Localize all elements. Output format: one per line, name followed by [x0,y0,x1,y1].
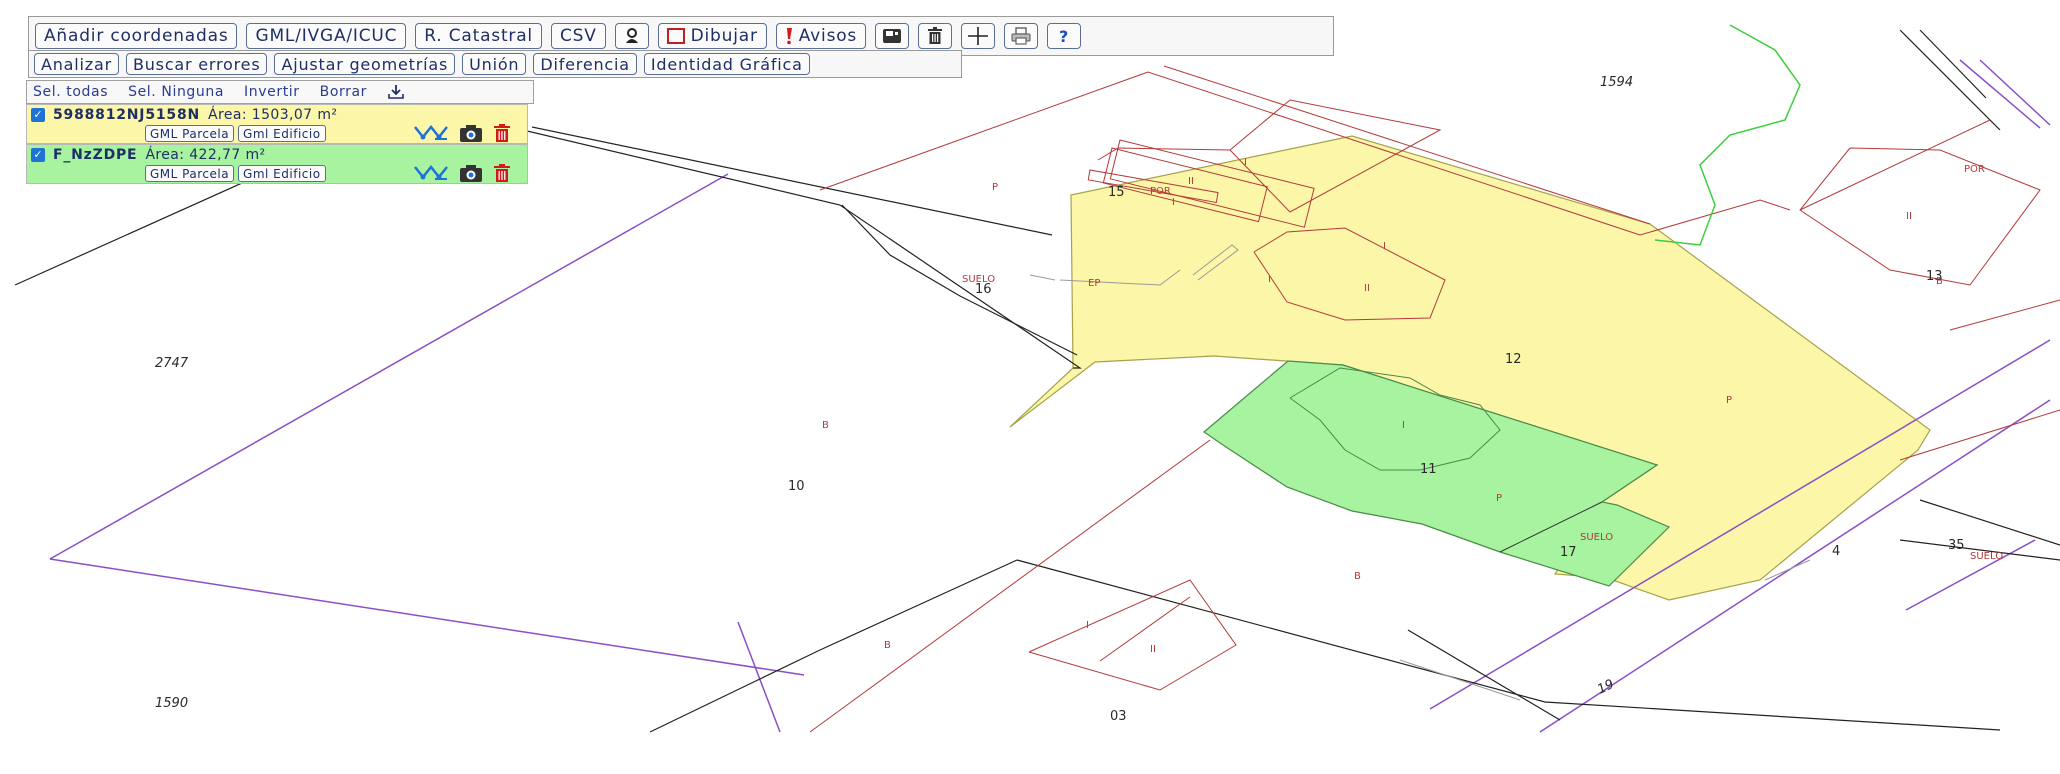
parcel-2-checkbox[interactable]: ✓ [31,148,45,162]
parcel-1-area-label: Área: [208,107,247,123]
map-label-2747: 2747 [155,356,189,371]
warnings-button[interactable]: Avisos [775,23,867,49]
map-label-ii-c: II [1906,211,1912,222]
map-label-p-b: P [1726,395,1732,406]
parcel-2-area: Área: 422,77 m² [145,147,265,163]
warning-icon [786,28,792,45]
map-label-ii-a: II [1188,176,1194,187]
map-label-11: 11 [1420,462,1437,477]
map-label-i-d: I [1268,274,1271,285]
parcel-1-area: Área: 1503,07 m² [208,107,337,123]
selection-bar: Sel. todas Sel. Ninguna Invertir Borrar [26,80,534,104]
map-label-suelo-b: SUELO [1580,532,1613,543]
parcel-1-gml-parcel-button[interactable]: GML Parcela [145,125,235,142]
parcel-2-geometry-icon[interactable] [413,163,449,183]
map-label-35: 35 [1948,538,1965,553]
save-icon [883,29,902,43]
invert-selection-link[interactable]: Invertir [244,84,300,100]
help-button[interactable]: ? [1047,23,1082,49]
map-label-p-c: P [1496,493,1502,504]
delete-selection-link[interactable]: Borrar [320,84,367,100]
warnings-button-label: Avisos [798,26,858,46]
map-label-ii-d: II [1150,644,1156,655]
map-label-i-a: I [1244,157,1247,168]
map-label-ii-b: II [1364,283,1370,294]
map-label-i-e: I [1402,420,1405,431]
map-label-b-b: B [1354,571,1361,582]
map-label-b-d: B [1936,276,1943,287]
help-icon: ? [1059,27,1069,45]
delete-all-button[interactable] [918,23,953,49]
map-label-03: 03 [1110,709,1127,724]
analysis-toolbar: Analizar Buscar errores Ajustar geometrí… [28,50,962,78]
graphic-identity-button[interactable]: Identidad Gráfica [643,53,810,75]
river-line [1654,24,1801,246]
download-button[interactable] [387,84,405,100]
parcel-2-id: F_NzZDPE [53,147,138,163]
parcel-1-area-value: 1503,07 m² [251,107,338,123]
map-label-12: 12 [1505,352,1522,367]
print-icon [1011,27,1031,45]
map-label-suelo-c: SUELO [1970,551,2003,562]
parcel-2-gml-parcel-button[interactable]: GML Parcela [145,165,235,182]
print-button[interactable] [1004,23,1039,49]
parcel-1-id: 5988812NJ5158N [53,107,200,123]
parcel-card-1[interactable]: ✓ 5988812NJ5158N Área: 1503,07 m² GML Pa… [26,104,528,144]
union-button[interactable]: Unión [462,53,527,75]
map-label-4: 4 [1832,544,1840,559]
save-button[interactable] [875,23,910,49]
map-label-i-b: I [1172,197,1175,208]
map-label-10: 10 [788,479,805,494]
map-label-i-c: I [1383,241,1386,252]
map-label-i-f: I [1086,620,1089,631]
map-label-b-a: B [822,420,829,431]
parcel-1-trash-icon[interactable] [493,123,511,143]
map-label-por-a: POR [1150,186,1171,197]
parcel-2-area-label: Área: [145,147,185,163]
difference-button[interactable]: Diferencia [533,53,637,75]
map-label-ep: EP [1088,278,1100,289]
gml-button[interactable]: GML/IVGA/ICUC [246,23,407,49]
parcel-2-camera-icon[interactable] [459,163,483,183]
map-label-1594: 1594 [1600,75,1633,90]
parcel-1-gml-building-button[interactable]: Gml Edificio [238,125,326,142]
map-label-suelo-a: SUELO [962,274,995,285]
locate-icon [625,28,638,43]
parcel-2-trash-icon[interactable] [493,163,511,183]
download-icon [388,85,404,99]
draw-button[interactable]: Dibujar [657,23,767,49]
catastral-button[interactable]: R. Catastral [415,23,542,49]
csv-button[interactable]: CSV [550,23,606,49]
locate-button[interactable] [614,23,649,49]
map-label-por-b: POR [1964,164,1985,175]
adjust-geometries-button[interactable]: Ajustar geometrías [274,53,456,75]
map-label-p-a: P [992,182,998,193]
crosshair-button[interactable] [961,23,996,49]
parcel-card-2[interactable]: ✓ F_NzZDPE Área: 422,77 m² GML Parcela G… [26,144,528,184]
parcel-2-area-value: 422,77 m² [189,147,266,163]
parcel-1-camera-icon[interactable] [459,123,483,143]
map-label-17: 17 [1560,545,1577,560]
parcel-1-checkbox[interactable]: ✓ [31,108,45,122]
svg-text:?: ? [1059,27,1069,45]
map-label-1590: 1590 [155,696,188,711]
draw-rect-icon [666,28,685,44]
crosshair-icon [968,27,989,45]
map-label-15: 15 [1108,185,1125,200]
select-none-link[interactable]: Sel. Ninguna [128,84,224,100]
map-label-b-c: B [884,640,891,651]
trash-icon [928,27,943,44]
parcel-2-gml-building-button[interactable]: Gml Edificio [238,165,326,182]
draw-button-label: Dibujar [690,26,758,46]
parcel-1-geometry-icon[interactable] [413,123,449,143]
select-all-link[interactable]: Sel. todas [33,84,108,100]
find-errors-button[interactable]: Buscar errores [125,53,268,75]
add-coordinates-button[interactable]: Añadir coordenadas [35,23,238,49]
analyze-button[interactable]: Analizar [34,53,119,75]
